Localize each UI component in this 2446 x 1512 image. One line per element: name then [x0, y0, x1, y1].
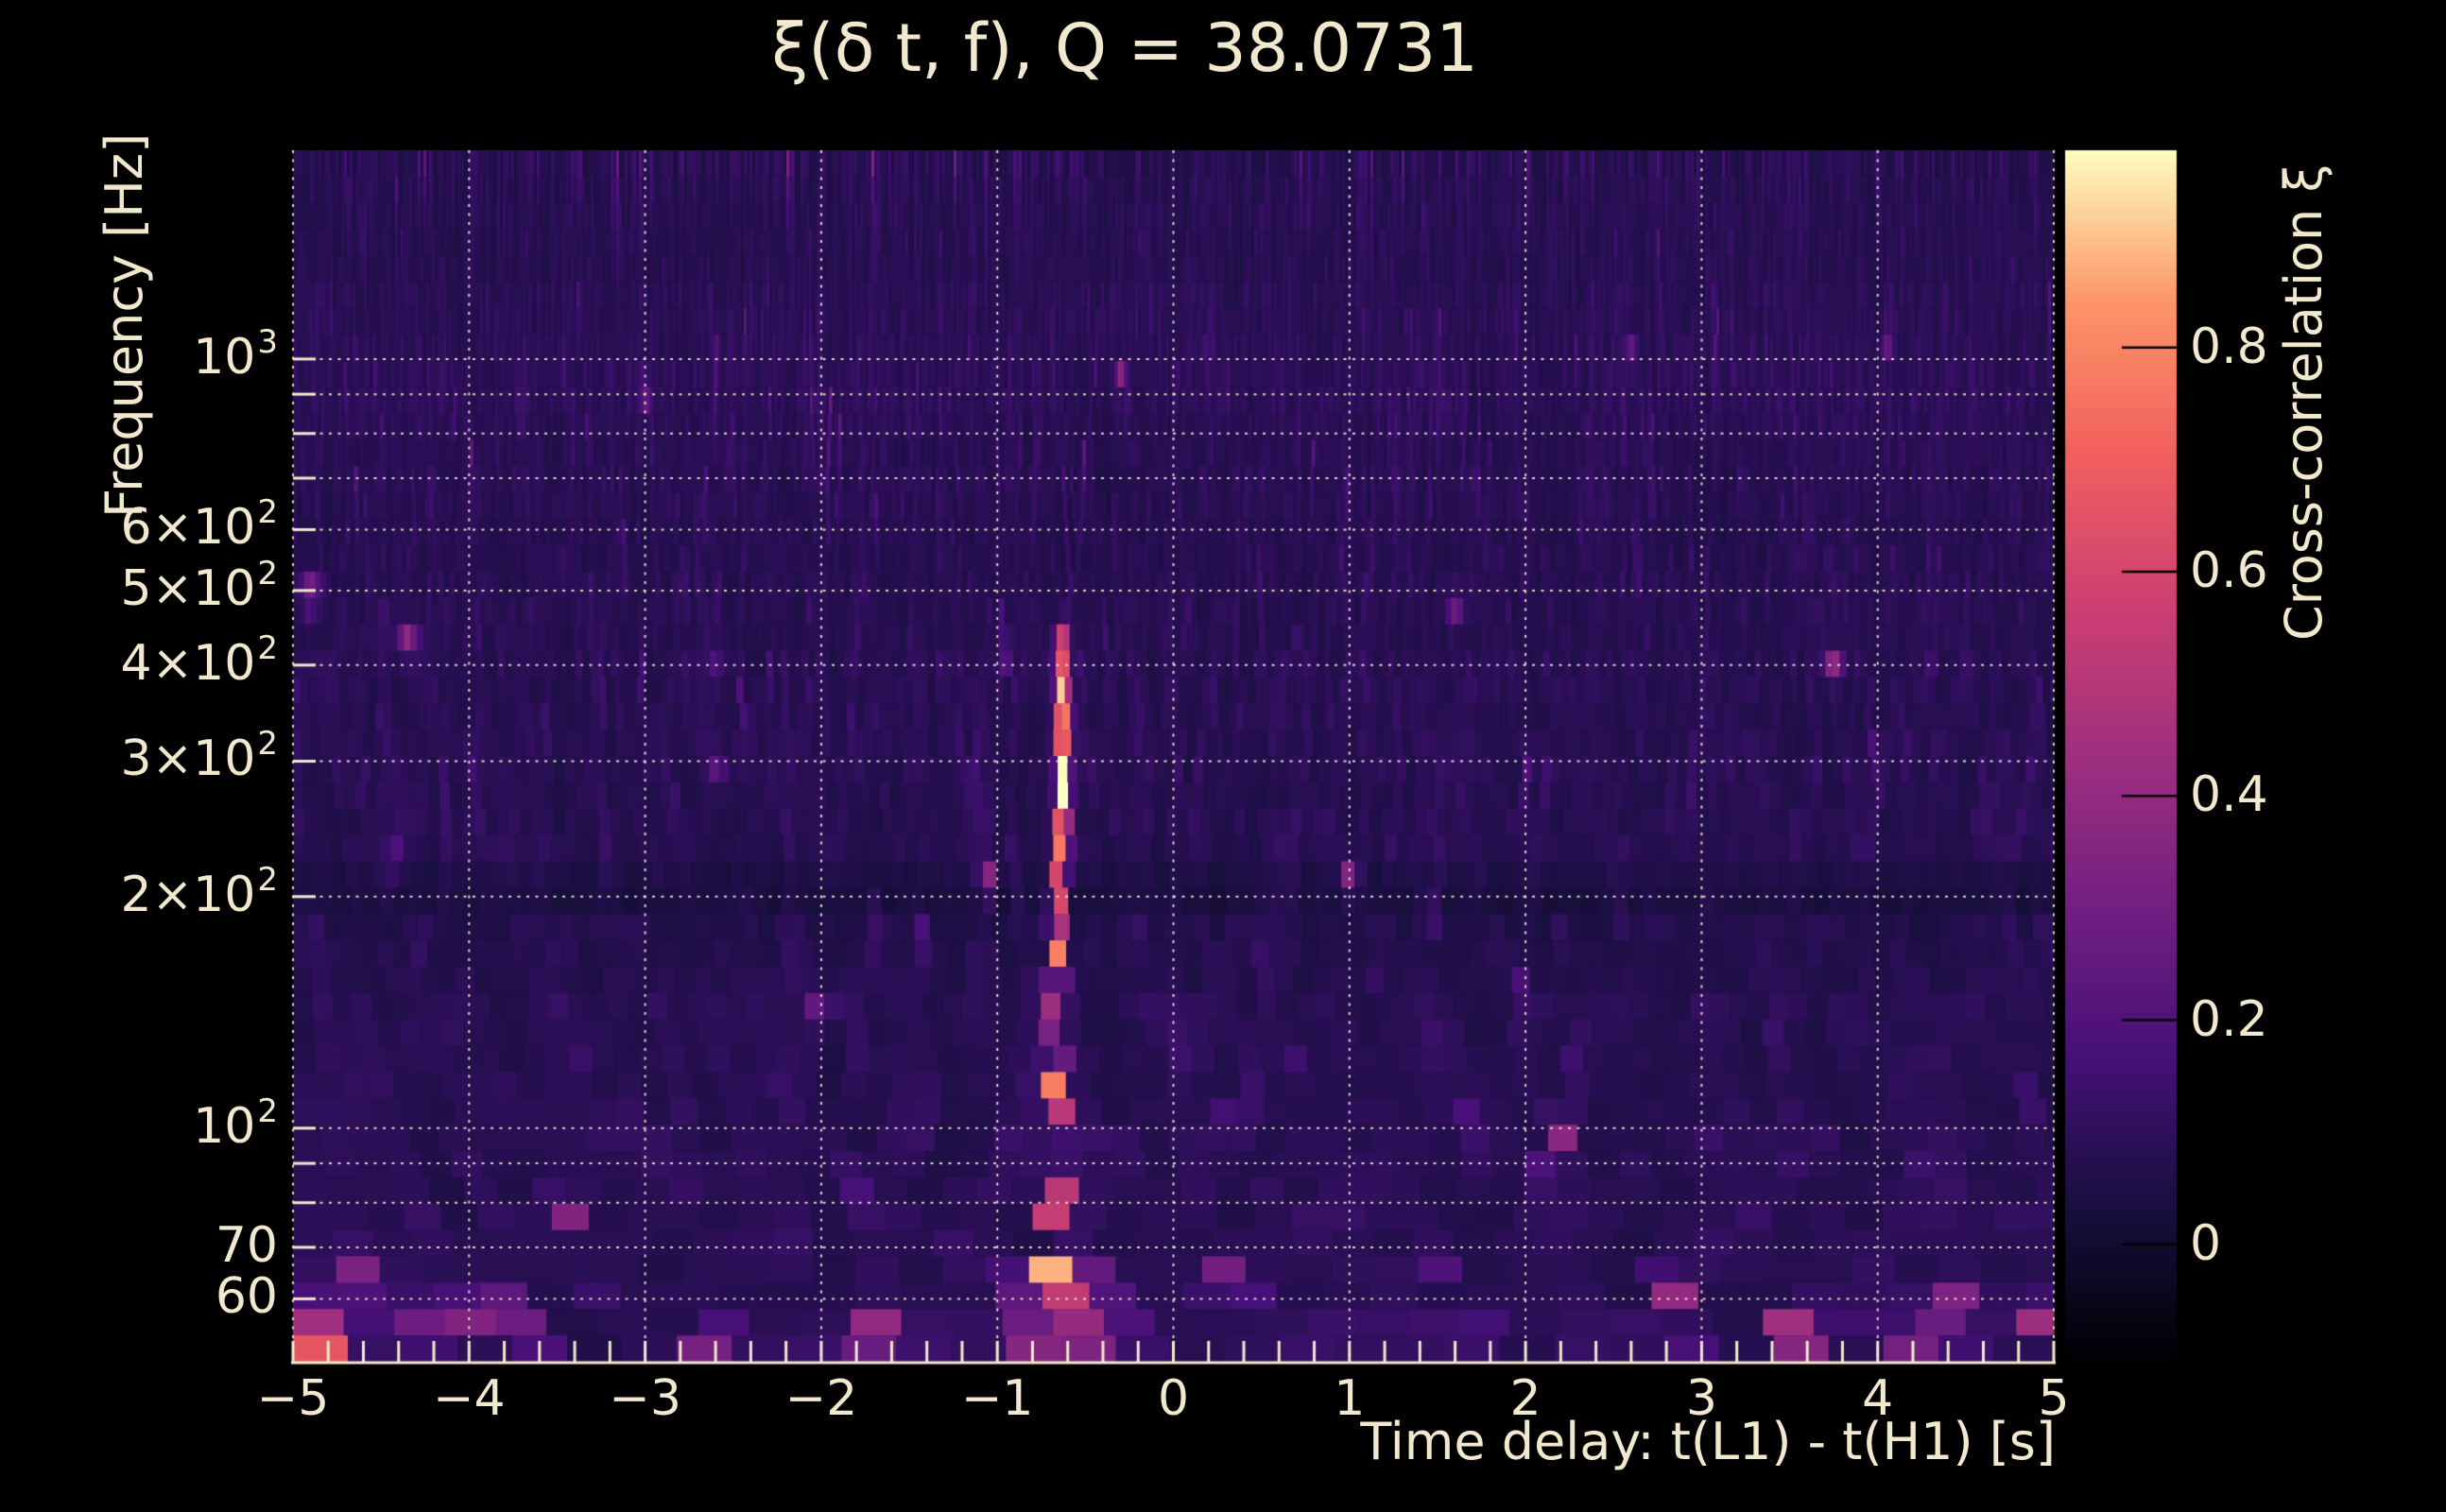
y-tick-label: 103 [193, 322, 278, 386]
y-tick-exponent: 2 [257, 725, 278, 764]
y-tick-label: 102 [193, 1091, 278, 1155]
x-tick-label: 3 [1685, 1370, 1717, 1427]
x-tick-label: −4 [432, 1370, 506, 1427]
y-tick-label: 5×102 [120, 554, 278, 617]
y-tick-exponent: 2 [257, 554, 278, 593]
y-tick-label: 2×102 [120, 860, 278, 923]
y-tick-label: 6×102 [120, 493, 278, 557]
colorbar-tick-label: 0.6 [2190, 542, 2268, 600]
colorbar-tick-label: 0.2 [2190, 990, 2268, 1048]
x-tick-label: −2 [784, 1370, 858, 1427]
colorbar-tick-label: 0.8 [2190, 318, 2268, 375]
x-tick-label: 0 [1157, 1370, 1190, 1427]
x-tick-label: 4 [1862, 1370, 1894, 1427]
y-tick-exponent: 2 [257, 628, 278, 667]
colorbar-tick-label: 0.4 [2190, 766, 2268, 824]
y-tick-exponent: 2 [257, 1091, 278, 1130]
y-tick-exponent: 2 [257, 860, 278, 899]
y-tick-label: 3×102 [120, 725, 278, 788]
colorbar-tick-label: 0 [2190, 1214, 2222, 1272]
y-tick-exponent: 3 [257, 322, 278, 361]
colorbar-label: Cross-correlation ξ [2274, 163, 2334, 641]
x-tick-label: −3 [609, 1370, 681, 1427]
x-tick-label: −1 [960, 1370, 1034, 1427]
cross-correlation-figure: ξ(δ t, f), Q = 38.0731 Frequency [Hz] Ti… [0, 0, 2446, 1512]
y-tick-exponent: 2 [257, 493, 278, 532]
x-tick-label: −5 [256, 1370, 330, 1427]
chart-title: ξ(δ t, f), Q = 38.0731 [771, 9, 1478, 87]
y-tick-label: 4×102 [120, 628, 278, 692]
y-tick-label: 60 [215, 1268, 278, 1326]
x-tick-label: 2 [1509, 1370, 1542, 1427]
heatmap-canvas [0, 0, 2446, 1512]
x-tick-label: 5 [2038, 1370, 2070, 1427]
x-tick-label: 1 [1334, 1370, 1366, 1427]
